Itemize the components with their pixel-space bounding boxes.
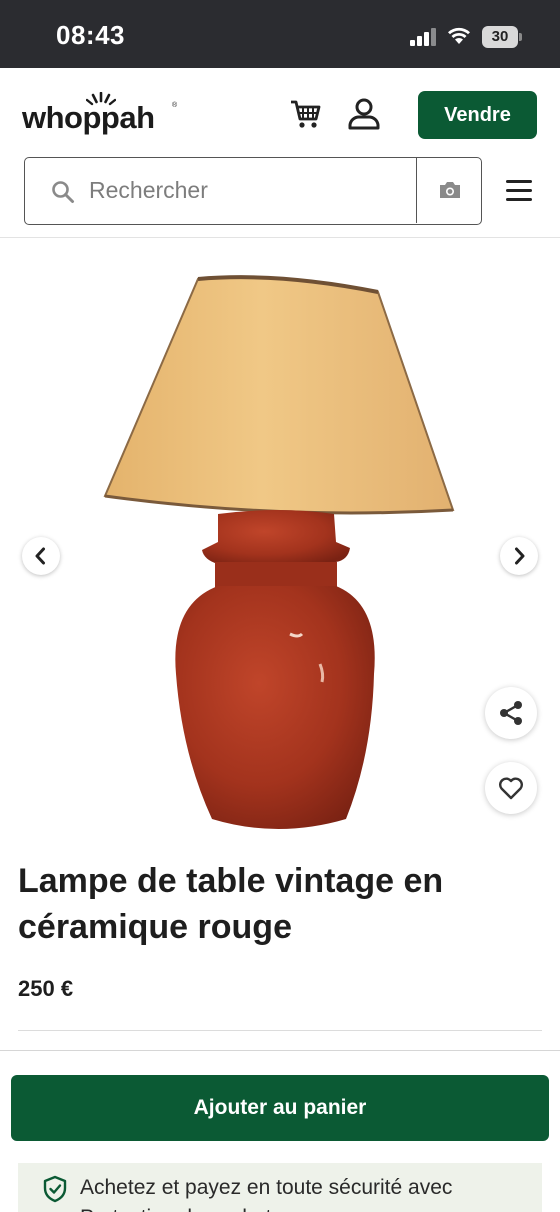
product-price: 250 € bbox=[18, 976, 74, 1001]
battery-level: 30 bbox=[482, 26, 518, 48]
buyer-protection-text: Achetez et payez en toute sécurité avec … bbox=[80, 1176, 453, 1212]
previous-image-button[interactable] bbox=[22, 537, 60, 575]
logo-registered-mark: ® bbox=[172, 102, 178, 109]
wifi-icon bbox=[448, 27, 470, 44]
search-input[interactable] bbox=[89, 158, 409, 223]
chevron-right-icon bbox=[515, 547, 525, 565]
battery-icon: 30 bbox=[482, 26, 522, 48]
site-header: whoppah ® Vendre bbox=[0, 68, 560, 154]
product-title: Lampe de table vintage en céramique roug… bbox=[18, 862, 444, 946]
cart-icon bbox=[291, 100, 321, 128]
menu-button[interactable] bbox=[503, 176, 537, 206]
user-icon bbox=[348, 98, 380, 130]
add-to-cart-button[interactable]: Ajouter au panier bbox=[11, 1075, 549, 1141]
shield-check-icon bbox=[43, 1175, 67, 1203]
search-icon bbox=[52, 181, 74, 203]
next-image-button[interactable] bbox=[500, 537, 538, 575]
product-image bbox=[103, 275, 455, 829]
share-icon bbox=[500, 701, 522, 725]
whoppah-logo[interactable]: whoppah ® bbox=[22, 92, 182, 142]
status-bar: 08:43 30 bbox=[0, 0, 560, 68]
chevron-left-icon bbox=[35, 547, 45, 565]
section-divider bbox=[18, 1030, 542, 1031]
heart-icon bbox=[499, 777, 523, 800]
account-button[interactable] bbox=[346, 96, 386, 134]
favorite-button[interactable] bbox=[485, 762, 537, 814]
sell-button[interactable]: Vendre bbox=[418, 91, 537, 139]
buyer-protection-banner: Achetez et payez en toute sécurité avec … bbox=[18, 1163, 542, 1212]
image-search-button[interactable] bbox=[416, 158, 481, 223]
search-bar bbox=[24, 157, 482, 225]
share-button[interactable] bbox=[485, 687, 537, 739]
product-image-carousel[interactable] bbox=[0, 238, 560, 848]
camera-icon bbox=[440, 182, 460, 198]
sticky-purchase-bar: Ajouter au panier Achetez et payez en to… bbox=[0, 1050, 560, 1212]
cart-button[interactable] bbox=[288, 96, 328, 134]
logo-text: whoppah bbox=[22, 100, 155, 135]
cellular-signal-icon bbox=[410, 28, 436, 46]
status-time: 08:43 bbox=[56, 20, 125, 50]
